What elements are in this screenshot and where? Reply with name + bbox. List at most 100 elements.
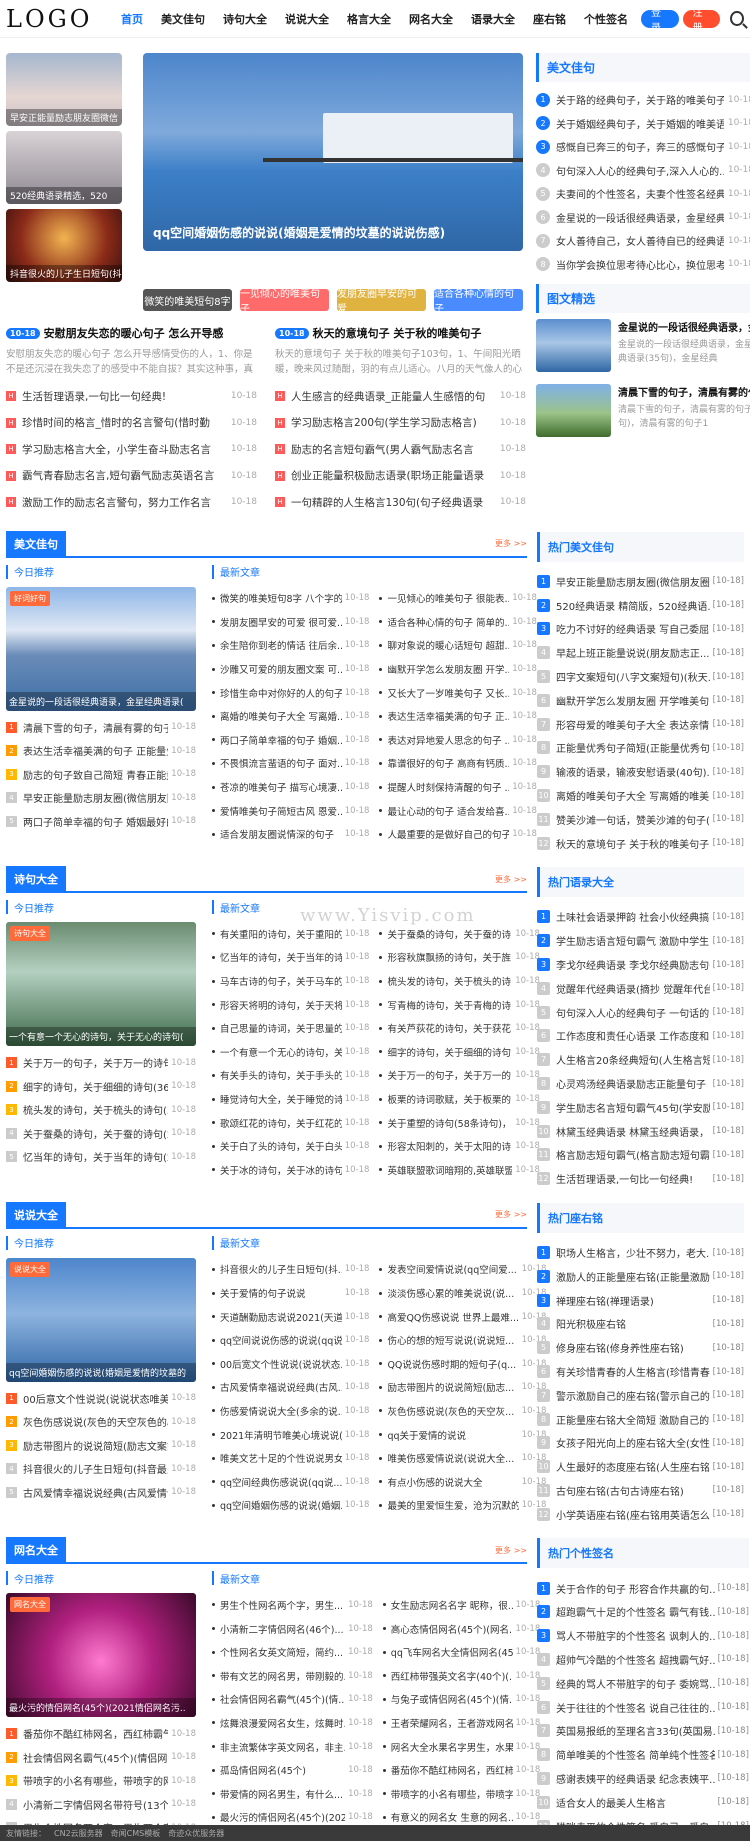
latest-item-title[interactable]: 幽默开学怎么发朋友圈 开学... <box>387 662 509 676</box>
side-ranked-item[interactable]: 1 早安正能量励志朋友圈(微信朋友圈... [10-18] <box>537 570 744 594</box>
side-ranked-item[interactable]: 8 简单唯美的个性签名 简单纯个性签名... [10-18] <box>537 1743 749 1767</box>
latest-item-title[interactable]: 英雄联盟歌词暗翔的,英雄联盟... <box>387 1163 512 1177</box>
latest-item-title[interactable]: 形容秋旗飘扬的诗句，关于旌... <box>387 950 512 964</box>
latest-item[interactable]: 写青梅的诗句，关于青梅的诗... 10-18 <box>379 993 540 1017</box>
ranked-item-title[interactable]: 关于蚕桑的诗句，关于蚕的诗句(20... <box>23 1126 168 1141</box>
latest-item-title[interactable]: 励志带图片的说说简短(励志... <box>387 1380 518 1394</box>
list-item-title[interactable]: 学习励志格言大全，小学生奋斗励志名言 <box>22 442 227 457</box>
latest-item[interactable]: 珍惜生命中对你好的人的句子... 10-18 <box>212 681 369 705</box>
side-ranked-title[interactable]: 吃力不讨好的经典语录 写自己委屈... <box>556 621 710 636</box>
footer-link[interactable]: 奇迹众优服务器 <box>168 1828 224 1839</box>
latest-item[interactable]: 伤心的想的短写说说(说说短... 10-18 <box>379 1328 546 1352</box>
ranked-item[interactable]: 3 梳头发的诗句，关于梳头的诗句(3... 10-18 <box>6 1098 196 1122</box>
latest-item[interactable]: 社会情侣网名霸气(45个)(情... 10-18 <box>212 1688 373 1712</box>
latest-item[interactable]: qq空间说说伤感的说说(qq说... 10-18 <box>212 1328 369 1352</box>
latest-item[interactable]: 又长大了一岁唯美句子 又长... 10-18 <box>379 681 537 705</box>
latest-item-title[interactable]: 聊对象说的暖心话短句 超甜... <box>387 638 509 652</box>
latest-item-title[interactable]: 非主流繁体字英文网名，非主... <box>220 1740 345 1754</box>
latest-item[interactable]: 带喷字的小名有哪些，带喷字... 10-18 <box>382 1782 540 1806</box>
side-ranked-item[interactable]: 1 土味社会语录押韵 社会小伙经典搞... [10-18] <box>537 905 744 929</box>
ranked-item-title[interactable]: 励志的句子致自己简短 青春正能量... <box>23 767 168 782</box>
side-ranked-item[interactable]: 6 幽默开学怎么发朋友圈 开学唯美句... [10-18] <box>537 688 744 712</box>
hero-banner[interactable]: qq空间婚姻伤感的说说(婚姻是爱情的坟墓的说说伤感) <box>143 53 523 251</box>
latest-item[interactable]: 离婚的唯美句子大全 写离婚... 10-18 <box>212 704 369 728</box>
latest-item[interactable]: 个性网名女英文简短，简约... 10-18 <box>212 1640 373 1664</box>
side-ranked-title[interactable]: 超帅气冷酷的个性签名 超拽霸气好... <box>556 1652 715 1667</box>
side-ranked-item[interactable]: 12 秋天的意境句子 关于秋的唯美句子... [10-18] <box>537 831 744 855</box>
ranked-item[interactable]: 4 抖音很火的儿子生日短句(抖音最火...10-18 <box>6 1457 196 1481</box>
latest-item-title[interactable]: 00后宽文个性说说(说说状态... <box>220 1357 342 1371</box>
side-ranked-item[interactable]: 8 正能量优秀句子简短(正能量优秀句... [10-18] <box>537 736 744 760</box>
latest-item-title[interactable]: 有点小伤感的说说大全 <box>387 1475 518 1489</box>
latest-item-title[interactable]: 网名大全水果名字男生，水果... <box>391 1740 513 1754</box>
latest-item[interactable]: 最让心动的句子 适合发给喜... 10-18 <box>379 799 537 823</box>
list-item[interactable]: H 生活哲理语录,一句比一句经典! 10-18 <box>6 383 257 410</box>
latest-item[interactable]: 英雄联盟歌词暗翔的,英雄联盟... 10-18 <box>379 1158 540 1182</box>
latest-item-title[interactable]: 社会情侣网名霸气(45个)(情... <box>220 1692 345 1706</box>
latest-item-title[interactable]: 睡觉诗句大全，关于睡觉的诗... <box>220 1092 342 1106</box>
ranked-item[interactable]: 5 忆当年的诗句，关于当年的诗句(20...10-18 <box>6 1145 196 1169</box>
side-ranked-title[interactable]: 学生励志语言短句霸气 激励中学生... <box>556 933 710 948</box>
side-ranked-item[interactable]: 3 骂人不带脏字的个性签名 讽刺人的... [10-18] <box>537 1624 749 1648</box>
latest-item-title[interactable]: 女生励志网名名字 昵称，很... <box>391 1598 513 1612</box>
latest-item[interactable]: 关于重塑的诗句(58条诗句)，... 10-18 <box>379 1111 540 1135</box>
list-item[interactable]: H 创业正能量积极励志语录(职场正能量语录 10-18 <box>275 463 526 490</box>
latest-item-title[interactable]: 又长大了一岁唯美句子 又长... <box>387 686 509 700</box>
side-ranked-item[interactable]: 2 激励人的正能量座右铭(正能量激励... [10-18] <box>537 1264 744 1288</box>
ranked-item-title[interactable]: 关于万一的句子，关于万一的诗句( <box>23 1055 168 1070</box>
latest-item-title[interactable]: 适合发朋友圈说情深的句子 <box>220 827 342 841</box>
latest-item-title[interactable]: 王者荣耀网名，王者游戏网名... <box>391 1716 513 1730</box>
ranked-item[interactable]: 2 细字的诗句，关于细细的诗句(36句) 10-18 <box>6 1075 196 1099</box>
side-ranked-item[interactable]: 8 正能量座右铭大全简短 激励自己的... [10-18] <box>537 1407 744 1431</box>
latest-item-title[interactable]: 沙雕又可爱的朋友圈文案 可... <box>220 662 342 676</box>
list-item[interactable]: H 励志的名言短句霸气(男人霸气励志名言 10-18 <box>275 436 526 463</box>
picture-thumb[interactable] <box>536 319 611 372</box>
side-ranked-title[interactable]: 修身座右铭(修身养性座右铭) <box>556 1340 710 1355</box>
ranked-item[interactable]: 2 灰色伤感说说(灰色的天空灰色的心...10-18 <box>6 1410 196 1434</box>
ranked-item[interactable]: 3 励志的句子致自己简短 青春正能量...10-18 <box>6 763 196 787</box>
latest-item-title[interactable]: 形容太阳刺的，关于太阳的诗... <box>387 1139 512 1153</box>
side-ranked-title[interactable]: 激励人的正能量座右铭(正能量激励... <box>556 1269 710 1284</box>
nav-item[interactable]: 说说大全 <box>276 11 338 27</box>
more-link[interactable]: 更多 >> <box>495 874 527 885</box>
latest-item[interactable]: 沙雕又可爱的朋友圈文案 可... 10-18 <box>212 657 369 681</box>
latest-item-title[interactable]: 高心态情侣网名(45个)(网名... <box>391 1622 513 1636</box>
side-ranked-title[interactable]: 职场人生格言，少壮不努力，老大... <box>556 1245 710 1260</box>
side-item-title[interactable]: 女人善待自己，女人善待自已的经典语... <box>556 233 724 248</box>
side-ranked-title[interactable]: 输液的语录，输液安慰语录(40句)... <box>556 764 710 779</box>
latest-item[interactable]: 淡淡伤感心累的唯美说说(说... 10-18 <box>379 1281 546 1305</box>
side-ranked-item[interactable]: 2 520经典语录 精简版，520经典语... [10-18] <box>537 593 744 617</box>
side-ranked-item[interactable]: 2 超跑霸气十足的个性签名 霸气有钱... [10-18] <box>537 1600 749 1624</box>
picture-title[interactable]: 清晨下雪的句子，清晨有雾的句子 <box>618 384 750 399</box>
side-list-item[interactable]: 3 感慨自已奔三的句子，奔三的感慨句子(10-18 <box>536 135 750 159</box>
latest-item-title[interactable]: 与兔子或情侣网名(45个)(情... <box>391 1692 513 1706</box>
latest-item[interactable]: 聊对象说的暖心话短句 超甜... 10-18 <box>379 634 537 658</box>
side-ranked-item[interactable]: 11 古句座右铭(古句古诗座右铭) [10-18] <box>537 1479 744 1503</box>
list-item[interactable]: H 学习励志格言200句(学生学习励志格言) 10-18 <box>275 410 526 437</box>
side-ranked-title[interactable]: 正能量优秀句子简短(正能量优秀句... <box>556 740 710 755</box>
latest-item-title[interactable]: 板栗的诗词歌赋，关于板栗的... <box>387 1092 512 1106</box>
latest-item[interactable]: 最美的里爱恒生爱，沧为沉默的... 10-18 <box>379 1494 546 1518</box>
side-ranked-item[interactable]: 9 输液的语录，输液安慰语录(40句)... [10-18] <box>537 760 744 784</box>
side-ranked-item[interactable]: 8 心灵鸡汤经典语录励志正能量句子 ... [10-18] <box>537 1072 744 1096</box>
latest-item[interactable]: qq空间经典伤感说说(qq说... 10-18 <box>212 1470 369 1494</box>
side-ranked-item[interactable]: 5 句句深入人心的经典句子 一句话的... [10-18] <box>537 1000 744 1024</box>
side-list-item[interactable]: 2 关于婚姻经典句子，关于婚姻的唯美语...10-18 <box>536 112 750 136</box>
ranked-item[interactable]: 4 小清新二字情侣网名带符号(13个)(...10-18 <box>6 1793 196 1817</box>
latest-item-title[interactable]: 形容天将明的诗句，关于天将... <box>220 998 342 1012</box>
latest-item-title[interactable]: 小清新二字情侣网名(46个)... <box>220 1622 345 1636</box>
ranked-item[interactable]: 1 关于万一的句子，关于万一的诗句(10-18 <box>6 1051 196 1075</box>
nav-item[interactable]: 格言大全 <box>338 11 400 27</box>
side-ranked-item[interactable]: 4 阳光积极座右铭 [10-18] <box>537 1312 744 1336</box>
nav-item[interactable]: 网名大全 <box>400 11 462 27</box>
thumb-card[interactable]: 520经典语录精选，520 <box>6 131 122 204</box>
section-label[interactable]: 诗句大全 <box>6 866 66 893</box>
latest-item[interactable]: 睡觉诗句大全，关于睡觉的诗... 10-18 <box>212 1087 369 1111</box>
ranked-item-title[interactable]: 早安正能量励志朋友圈(微信朋友圈... <box>23 790 168 805</box>
nav-item[interactable]: 首页 <box>112 11 152 27</box>
latest-item[interactable]: 歌颂红花的诗句，关于红花的... 10-18 <box>212 1111 369 1135</box>
ranked-item-title[interactable]: 表达生活幸福美满的句子 正能量生... <box>23 743 168 758</box>
side-ranked-item[interactable]: 5 修身座右铭(修身养性座右铭) [10-18] <box>537 1336 744 1360</box>
latest-item-title[interactable]: 带喷字的小名有哪些，带喷字... <box>391 1787 513 1801</box>
latest-item[interactable]: 表达生活幸福美满的句子 正... 10-18 <box>379 704 537 728</box>
